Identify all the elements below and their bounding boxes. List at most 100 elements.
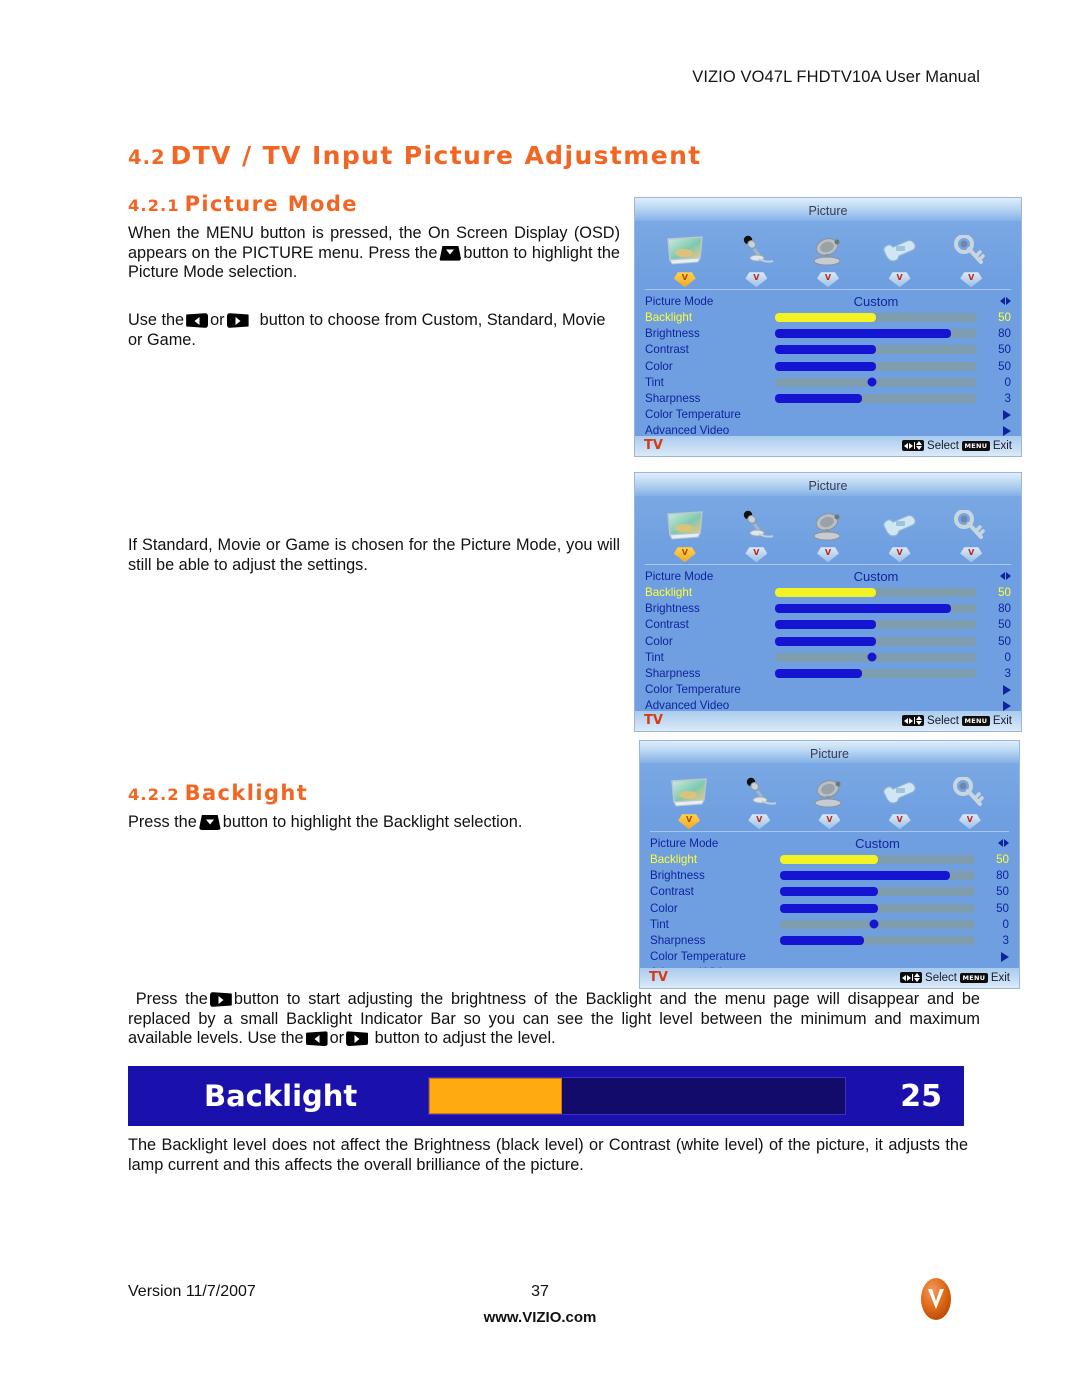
left-arrow-key-icon: [305, 1031, 328, 1047]
osd-menu-row[interactable]: Picture Mode Custom: [645, 568, 1011, 584]
osd-row-control[interactable]: [775, 313, 977, 322]
osd-tab-badge-icon: V: [888, 814, 911, 830]
osd-row-control[interactable]: [775, 393, 977, 403]
osd-tab-badge-icon: V: [888, 547, 911, 563]
osd-slider-track[interactable]: [775, 345, 977, 355]
osd-tab-badge-icon: V: [678, 814, 701, 830]
osd-picture-tab[interactable]: V: [655, 231, 715, 288]
osd-slider-track[interactable]: [775, 377, 977, 387]
backlight-indicator-track[interactable]: [428, 1077, 846, 1115]
osd-row-control[interactable]: [775, 652, 977, 662]
osd-row-control[interactable]: [775, 620, 977, 630]
osd-slider-track[interactable]: [775, 652, 977, 662]
osd-slider-track[interactable]: [775, 393, 977, 403]
microphone-icon: [726, 506, 786, 546]
osd-row-control[interactable]: Custom: [775, 569, 977, 584]
osd-slider-fill: [775, 393, 862, 403]
osd-menu-row[interactable]: Color Temperature: [645, 682, 1011, 698]
osd-slider-track[interactable]: [775, 329, 977, 339]
osd-source-label: TV: [649, 970, 668, 986]
osd-parental-tab[interactable]: V: [940, 773, 1000, 830]
osd-slider-track[interactable]: [775, 361, 977, 371]
osd-menu-row[interactable]: Backlight 50: [645, 309, 1011, 325]
osd-row-control[interactable]: [780, 919, 975, 929]
osd-slider-track[interactable]: [780, 855, 975, 864]
osd-row-control[interactable]: [780, 903, 975, 913]
osd-picture-tab[interactable]: V: [659, 773, 719, 830]
osd-menu-row[interactable]: Sharpness 3: [645, 390, 1011, 406]
osd-slider-knob[interactable]: [867, 377, 877, 387]
osd-footer-bar: TV Select MENU Exit: [635, 435, 1021, 456]
osd-menu-row[interactable]: Backlight 50: [645, 584, 1011, 600]
osd-menu-row[interactable]: Brightness 80: [650, 868, 1009, 884]
osd-row-control[interactable]: [775, 636, 977, 646]
osd-slider-knob[interactable]: [867, 652, 877, 662]
osd-row-control[interactable]: [775, 377, 977, 387]
osd-row-value: 80: [998, 602, 1011, 616]
osd-menu-row[interactable]: Sharpness 3: [645, 665, 1011, 681]
osd-audio-tab[interactable]: V: [726, 506, 786, 563]
osd-menu-row[interactable]: Picture Mode Custom: [650, 835, 1009, 851]
osd-menu-row[interactable]: Brightness 80: [645, 601, 1011, 617]
osd-slider-track[interactable]: [775, 620, 977, 630]
osd-parental-tab[interactable]: V: [941, 231, 1001, 288]
osd-menu-row[interactable]: Color Temperature: [645, 407, 1011, 423]
osd-row-control[interactable]: [775, 604, 977, 614]
osd-slider-track[interactable]: [780, 887, 975, 897]
osd-menu-row[interactable]: Color 50: [650, 900, 1009, 916]
osd-hints: Select MENU Exit: [900, 972, 1010, 984]
osd-row-control[interactable]: Custom: [775, 294, 977, 309]
osd-menu-row[interactable]: Sharpness 3: [650, 932, 1009, 948]
osd-row-value: 50: [998, 586, 1011, 599]
osd-row-label: Brightness: [650, 869, 705, 883]
osd-parental-tab[interactable]: V: [941, 506, 1001, 563]
osd-slider-track[interactable]: [775, 604, 977, 614]
osd-menu-row[interactable]: Color 50: [645, 358, 1011, 374]
osd-row-control[interactable]: [780, 887, 975, 897]
osd-menu-row[interactable]: Backlight 50: [650, 851, 1009, 867]
osd-menu-row[interactable]: Contrast 50: [645, 342, 1011, 358]
osd-row-control[interactable]: [775, 668, 977, 678]
osd-slider-track[interactable]: [775, 313, 977, 322]
osd-row-control[interactable]: [775, 361, 977, 371]
osd-setup-tab[interactable]: V: [870, 773, 930, 830]
backlight-indicator-fill: [429, 1078, 563, 1114]
osd-row-control[interactable]: [780, 855, 975, 864]
osd-slider-track[interactable]: [780, 903, 975, 913]
osd-menu-row[interactable]: Brightness 80: [645, 326, 1011, 342]
osd-row-control[interactable]: [775, 345, 977, 355]
osd-tuner-tab[interactable]: V: [799, 773, 859, 830]
osd-screenshot-picture-menu: Picture V V V V V Picture Mode Custom Ba…: [634, 197, 1022, 457]
osd-picture-tab[interactable]: V: [655, 506, 715, 563]
menu-key-icon: MENU: [960, 973, 988, 983]
osd-menu-row[interactable]: Color 50: [645, 633, 1011, 649]
osd-slider-track[interactable]: [775, 588, 977, 597]
osd-row-control[interactable]: Custom: [780, 836, 975, 851]
osd-slider-track[interactable]: [780, 919, 975, 929]
osd-menu-row[interactable]: Contrast 50: [650, 884, 1009, 900]
osd-row-control[interactable]: [780, 935, 975, 945]
osd-setup-tab[interactable]: V: [870, 506, 930, 563]
osd-tuner-tab[interactable]: V: [798, 506, 858, 563]
osd-slider-track[interactable]: [775, 668, 977, 678]
osd-row-control[interactable]: [775, 588, 977, 597]
osd-row-label: Color Temperature: [650, 950, 746, 964]
osd-audio-tab[interactable]: V: [726, 231, 786, 288]
osd-menu-row[interactable]: Contrast 50: [645, 617, 1011, 633]
osd-menu-row[interactable]: Tint 0: [645, 649, 1011, 665]
osd-slider-track[interactable]: [780, 871, 975, 881]
osd-menu-row[interactable]: Color Temperature: [650, 949, 1009, 965]
osd-row-control[interactable]: [775, 329, 977, 339]
osd-setup-tab[interactable]: V: [870, 231, 930, 288]
osd-menu-row[interactable]: Picture Mode Custom: [645, 293, 1011, 309]
osd-menu-row[interactable]: Tint 0: [650, 916, 1009, 932]
osd-slider-knob[interactable]: [869, 919, 879, 929]
osd-row-control[interactable]: [780, 871, 975, 881]
osd-slider-track[interactable]: [780, 935, 975, 945]
osd-slider-track[interactable]: [775, 636, 977, 646]
osd-row-label: Brightness: [645, 602, 700, 616]
osd-tuner-tab[interactable]: V: [798, 231, 858, 288]
osd-audio-tab[interactable]: V: [729, 773, 789, 830]
osd-slider-fill: [775, 636, 876, 646]
osd-menu-row[interactable]: Tint 0: [645, 374, 1011, 390]
